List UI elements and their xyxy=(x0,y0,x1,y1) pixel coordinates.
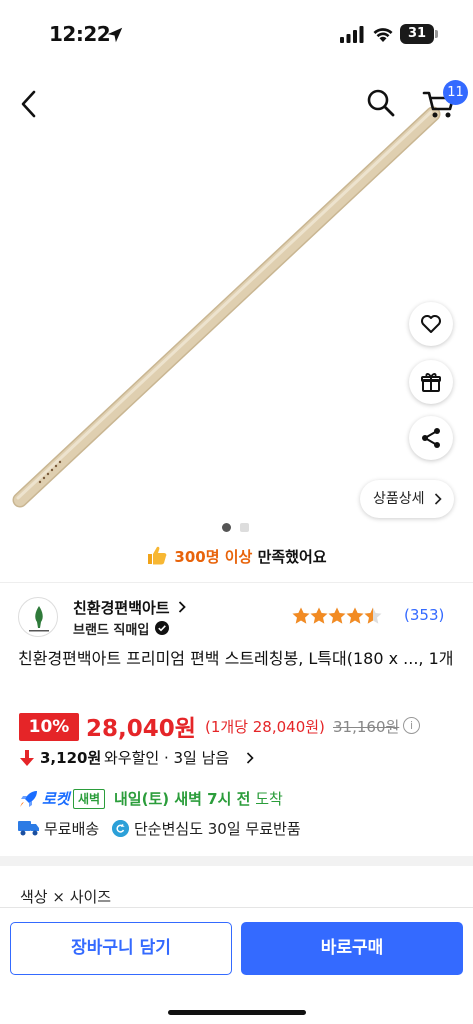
divider xyxy=(0,582,473,583)
arrival-info: 내일(토) 새벽 7시 전 도착 xyxy=(114,788,283,809)
tree-icon xyxy=(29,606,49,632)
unit-price: (1개당 28,040원) xyxy=(205,718,325,736)
free-shipping-text: 무료배송 xyxy=(44,820,100,838)
dawn-delivery-badge: 새벽 xyxy=(73,789,106,809)
pagination-dot-inactive xyxy=(240,523,249,532)
rating-stars[interactable] xyxy=(291,606,382,626)
signal-icon xyxy=(340,26,364,43)
pagination-dot-active xyxy=(222,523,231,532)
arrival-suffix: 도착 xyxy=(250,790,283,808)
wow-discount-text[interactable]: 와우할인 · 3일 남음 xyxy=(104,747,229,768)
product-detail-label: 상품상세 xyxy=(373,491,425,507)
gift-button[interactable] xyxy=(409,360,453,404)
truck-icon xyxy=(18,821,39,836)
chevron-right-icon[interactable] xyxy=(178,601,186,613)
section-divider xyxy=(0,856,473,866)
return-icon xyxy=(112,820,129,837)
status-time: 12:22 xyxy=(49,22,111,46)
product-image[interactable] xyxy=(0,80,473,520)
sale-price: 28,040원 xyxy=(86,716,196,742)
status-bar: 12:22 31 xyxy=(0,0,473,70)
star-icon xyxy=(328,607,346,624)
free-return-text: 단순변심도 30일 무료반품 xyxy=(134,820,301,838)
wow-discount-amount[interactable]: 3,120원 xyxy=(40,747,101,768)
share-icon xyxy=(422,428,440,448)
info-icon[interactable]: i xyxy=(403,717,420,734)
buy-now-button[interactable]: 바로구매 xyxy=(241,922,463,975)
rocket-delivery-label: 로켓 xyxy=(42,790,70,808)
satisfaction-text: 만족했어요 xyxy=(252,548,327,566)
thumbs-up-icon xyxy=(148,546,167,565)
battery-indicator: 31 xyxy=(400,24,438,44)
star-icon xyxy=(292,607,310,624)
search-icon[interactable] xyxy=(365,87,397,119)
star-icon xyxy=(310,607,328,624)
discount-rate: 10% xyxy=(19,713,79,741)
star-icon xyxy=(364,607,382,624)
wifi-icon xyxy=(373,28,393,42)
seller-logo[interactable] xyxy=(18,597,58,637)
chevron-right-icon[interactable] xyxy=(246,752,254,764)
star-icon xyxy=(346,607,364,624)
verified-icon xyxy=(155,621,169,635)
satisfaction-count: 300명 이상 xyxy=(174,548,253,566)
product-title: 친환경편백아트 프리미엄 편백 스트레칭봉, L특대(180 x ..., 1개 xyxy=(18,649,454,668)
original-price: 31,160원 xyxy=(333,718,400,736)
bottom-action-bar: 장바구니 담기 바로구매 xyxy=(0,907,473,1024)
seller-name-link[interactable]: 친환경편백아트 xyxy=(73,597,170,618)
heart-icon xyxy=(421,315,441,333)
option-selector-label[interactable]: 색상 × 사이즈 xyxy=(20,886,111,907)
rocket-icon xyxy=(20,791,37,807)
product-detail-button[interactable]: 상품상세 xyxy=(360,480,454,518)
location-arrow-icon xyxy=(107,27,123,43)
brand-direct-badge: 브랜드 직매입 xyxy=(73,623,150,638)
share-button[interactable] xyxy=(409,416,453,460)
add-to-cart-button[interactable]: 장바구니 담기 xyxy=(10,922,232,975)
image-pagination xyxy=(222,522,252,532)
chevron-right-icon xyxy=(434,493,442,505)
down-arrow-icon xyxy=(20,750,34,766)
home-indicator xyxy=(168,1010,306,1015)
arrival-date: 내일(토) 새벽 7시 전 xyxy=(114,790,251,808)
review-count-link[interactable]: (353) xyxy=(404,606,444,624)
back-button[interactable] xyxy=(14,86,44,122)
wishlist-button[interactable] xyxy=(409,302,453,346)
satisfaction-banner: 300명 이상 만족했어요 xyxy=(0,544,473,567)
cart-count-badge[interactable]: 11 xyxy=(443,80,468,105)
gift-icon xyxy=(421,373,441,392)
